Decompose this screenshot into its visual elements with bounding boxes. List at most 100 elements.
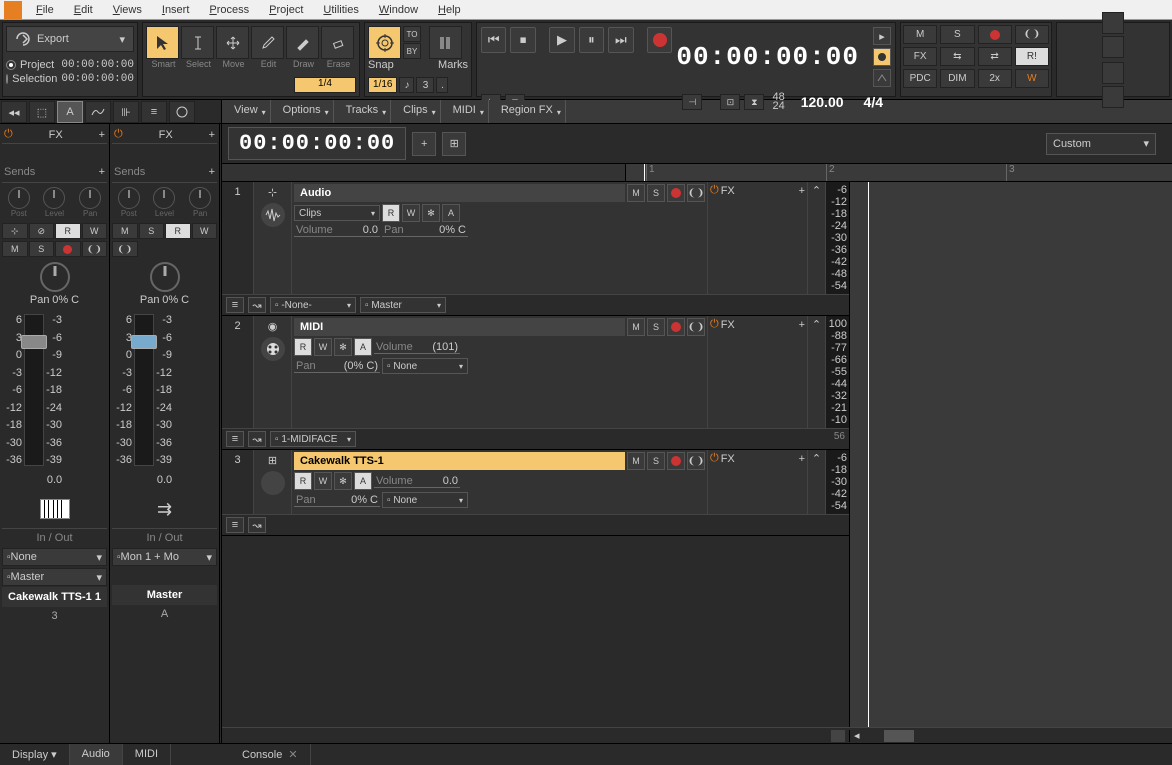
btn-r[interactable]: R bbox=[294, 472, 312, 490]
btn-archive[interactable]: A bbox=[354, 338, 372, 356]
menu-process[interactable]: Process bbox=[199, 2, 259, 18]
post-knob[interactable] bbox=[118, 187, 140, 209]
insp-tab-2[interactable]: ⬚ bbox=[29, 101, 55, 123]
collapse-icon[interactable]: ⌃ bbox=[812, 318, 821, 331]
insp-echo[interactable]: ❨❩ bbox=[112, 241, 138, 257]
mix-mute[interactable]: M bbox=[903, 25, 937, 44]
snap-to-button[interactable]: TO bbox=[403, 26, 421, 42]
lanes-btn[interactable]: ≡ bbox=[226, 297, 244, 313]
clip-area[interactable] bbox=[850, 182, 1172, 727]
scroll-left[interactable]: ◂ bbox=[850, 729, 864, 742]
btn-w[interactable]: W bbox=[314, 338, 332, 356]
transport-side-b[interactable] bbox=[873, 48, 891, 66]
level-knob[interactable] bbox=[153, 187, 175, 209]
add-fx[interactable]: + bbox=[799, 453, 805, 465]
strip-name[interactable]: Master bbox=[112, 585, 217, 605]
add-track-button[interactable]: + bbox=[412, 132, 436, 156]
track-row[interactable]: 1 ⊹ Audio M S ❨❩ bbox=[222, 182, 849, 316]
tracks-menu-clips[interactable]: Clips▾ bbox=[391, 100, 440, 123]
automation-btn[interactable]: ↝ bbox=[248, 297, 266, 313]
tracks-menu-regionfx[interactable]: Region FX▾ bbox=[489, 100, 566, 123]
screenset-b[interactable] bbox=[1102, 36, 1124, 58]
insp-write[interactable]: W bbox=[192, 223, 218, 239]
tool-move[interactable] bbox=[216, 26, 249, 59]
level-knob[interactable] bbox=[43, 187, 65, 209]
insp-interleave[interactable]: ⊹ bbox=[2, 223, 28, 239]
mix-mon[interactable]: ❨❩ bbox=[1015, 25, 1049, 44]
lanes-btn[interactable]: ≡ bbox=[226, 517, 244, 533]
btn-archive[interactable]: A bbox=[354, 472, 372, 490]
play-button[interactable]: ▶ bbox=[549, 27, 574, 53]
tab-audio[interactable]: Audio bbox=[70, 744, 123, 765]
menu-edit[interactable]: Edit bbox=[64, 2, 103, 18]
automation-btn[interactable]: ↝ bbox=[248, 431, 266, 447]
tracks-menu-options[interactable]: Options▾ bbox=[271, 100, 334, 123]
power-icon[interactable]: ⏻ bbox=[4, 128, 13, 141]
out-dropdown[interactable]: ▫ None▾ bbox=[382, 492, 468, 508]
btn-arm[interactable] bbox=[667, 184, 685, 202]
btn-mute[interactable]: M bbox=[627, 184, 645, 202]
snap-tuplet[interactable]: 3 bbox=[416, 77, 434, 93]
track-icon[interactable] bbox=[261, 203, 285, 227]
input-dropdown[interactable]: ▫ -None-▾ bbox=[270, 297, 356, 313]
track-row[interactable]: 2 ◉ MIDI M S ❨❩ bbox=[222, 316, 849, 450]
mix-fx[interactable]: FX bbox=[903, 47, 937, 66]
screenset-c[interactable] bbox=[1102, 62, 1124, 84]
transport-side-a[interactable]: ▸ bbox=[873, 27, 891, 45]
tool-smart[interactable] bbox=[146, 26, 179, 59]
output-dropdown[interactable]: ▫ Master▾ bbox=[360, 297, 446, 313]
add-fx[interactable]: + bbox=[99, 129, 105, 141]
menu-project[interactable]: Project bbox=[259, 2, 313, 18]
insp-read[interactable]: R bbox=[165, 223, 191, 239]
mix-swap[interactable]: ⇆ bbox=[940, 47, 974, 66]
ffwd-button[interactable]: ⏭ bbox=[608, 27, 633, 53]
volume-fader[interactable] bbox=[24, 314, 44, 466]
btn-solo[interactable]: S bbox=[647, 184, 665, 202]
tool-erase[interactable] bbox=[321, 26, 354, 59]
clips-dropdown[interactable]: Clips▾ bbox=[294, 205, 380, 221]
btn-r[interactable]: R bbox=[382, 204, 400, 222]
screenset-a[interactable] bbox=[1102, 12, 1124, 34]
track-icon[interactable] bbox=[261, 337, 285, 361]
track-preset-dropdown[interactable]: Custom▾ bbox=[1046, 133, 1156, 155]
collapse-icon[interactable]: ⌃ bbox=[812, 184, 821, 197]
track-name[interactable]: Cakewalk TTS-1 bbox=[294, 452, 625, 470]
tab-console[interactable]: Console✕ bbox=[230, 744, 311, 765]
arrows-icon[interactable]: ⇉ bbox=[157, 499, 172, 520]
insp-arm[interactable] bbox=[55, 241, 81, 257]
record-button[interactable] bbox=[647, 27, 672, 53]
tracks-menu-view[interactable]: View▾ bbox=[222, 100, 271, 123]
output-dropdown[interactable]: ▫ Master▾ bbox=[2, 568, 107, 586]
input-dropdown[interactable]: ▫ Mon 1 + Mo▾ bbox=[112, 548, 217, 566]
pan-knob[interactable] bbox=[40, 262, 70, 292]
btn-mute[interactable]: M bbox=[627, 318, 645, 336]
btn-w[interactable]: W bbox=[402, 204, 420, 222]
add-fx[interactable]: + bbox=[799, 319, 805, 331]
insp-mute[interactable]: M bbox=[112, 223, 138, 239]
mix-dim[interactable]: DIM bbox=[940, 69, 974, 88]
insp-write[interactable]: W bbox=[82, 223, 108, 239]
insp-phase[interactable]: ⊘ bbox=[29, 223, 55, 239]
menu-views[interactable]: Views bbox=[103, 2, 152, 18]
btn-freeze[interactable]: ✻ bbox=[334, 472, 352, 490]
mix-read[interactable]: R! bbox=[1015, 47, 1049, 66]
menu-window[interactable]: Window bbox=[369, 2, 428, 18]
menu-file[interactable]: File bbox=[26, 2, 64, 18]
track-icon[interactable] bbox=[261, 471, 285, 495]
snap-note-icon[interactable]: ♪ bbox=[399, 77, 414, 93]
btn-archive[interactable]: A bbox=[442, 204, 460, 222]
btn-freeze[interactable]: ✻ bbox=[334, 338, 352, 356]
tool-draw[interactable] bbox=[286, 26, 319, 59]
btn-echo[interactable]: ❨❩ bbox=[687, 318, 705, 336]
export-selection-radio[interactable]: Selection 00:00:00:00 bbox=[6, 72, 134, 86]
tracks-timecode[interactable]: 00:00:00:00 bbox=[228, 127, 406, 160]
insp-tab-eq[interactable] bbox=[85, 101, 111, 123]
menu-utilities[interactable]: Utilities bbox=[313, 2, 368, 18]
pan-knob-small[interactable] bbox=[79, 187, 101, 209]
mix-arm[interactable] bbox=[978, 25, 1012, 44]
btn-r[interactable]: R bbox=[294, 338, 312, 356]
power-icon[interactable]: ⏻ bbox=[710, 318, 719, 331]
tab-midi[interactable]: MIDI bbox=[123, 744, 171, 765]
collapse-icon[interactable]: ⌃ bbox=[812, 452, 821, 465]
track-name[interactable]: MIDI bbox=[294, 318, 625, 336]
